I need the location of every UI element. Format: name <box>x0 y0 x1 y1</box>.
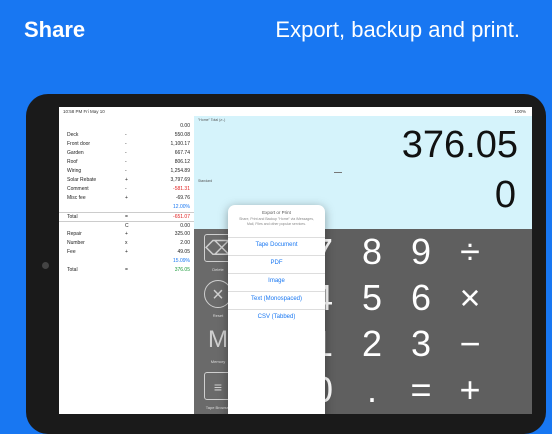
popover-title: Export or Print <box>262 210 291 215</box>
tape-row-operator: - <box>125 168 127 174</box>
tape-row[interactable]: Comment - -581.31 <box>59 185 194 194</box>
tape-row[interactable]: Total = 376.05 <box>59 266 194 275</box>
tape-row-value: 806.12 <box>174 159 190 165</box>
tape-row[interactable]: Solar Rebate +3,797.69 <box>59 176 194 185</box>
hero-share-title: Share <box>24 17 86 42</box>
tape-row[interactable]: 0.00 <box>59 122 194 131</box>
export-tape-document-button[interactable]: Tape Document <box>228 242 325 248</box>
tape-row-value: 12.00% <box>173 204 190 210</box>
tape-row-operator: - <box>125 141 127 147</box>
tape-row-operator: = <box>125 214 128 220</box>
tape-row[interactable]: 12.00% <box>59 203 194 212</box>
tape-row[interactable]: Deck - 550.08 <box>59 131 194 140</box>
tape-row-operator: x <box>125 240 128 246</box>
tape-row-value: 15.09% <box>173 258 190 264</box>
key-decimal-button[interactable]: . <box>347 365 397 414</box>
tape-row-value: -69.76 <box>175 195 190 201</box>
tape-row-label: Total <box>67 267 78 273</box>
export-csv-button[interactable]: CSV (Tabbed) <box>228 314 325 320</box>
status-time: 10:58 PM Fri May 10 <box>63 109 105 114</box>
tape-row-label: Garden <box>67 150 84 156</box>
tape-row[interactable]: Repair +325.00 <box>59 230 194 239</box>
mode-label: Standard <box>198 179 213 183</box>
tape-row-operator: - <box>125 186 127 192</box>
tape-row[interactable]: Wiring - 1,254.89 <box>59 167 194 176</box>
popover-divider <box>228 255 325 256</box>
tape-row-value: 667.74 <box>174 150 190 156</box>
tape-row-value: 49.05 <box>177 249 190 255</box>
tape-row[interactable]: Garden - 667.74 <box>59 149 194 158</box>
tape-row[interactable]: Fee +49.05 <box>59 248 194 257</box>
tape-row[interactable]: Front door - 1,100.17 <box>59 140 194 149</box>
display-entry: 0 <box>494 174 516 216</box>
export-popover: Export or Print Share, Print and Backup … <box>228 205 325 414</box>
key-six-button[interactable]: 6 <box>396 273 446 323</box>
popover-divider <box>228 309 325 310</box>
tape-row-operator: - <box>125 159 127 165</box>
key-two-button[interactable]: 2 <box>347 319 397 369</box>
tape-row-operator: - <box>125 132 127 138</box>
display-divider <box>334 172 342 173</box>
tape-row-value: 3,797.69 <box>170 177 190 183</box>
key-equals-button[interactable]: = <box>396 365 446 414</box>
popover-divider <box>228 273 325 274</box>
display-total: 376.05 <box>401 124 518 166</box>
tape-row[interactable]: Number x 2.00 <box>59 239 194 248</box>
home-button <box>42 262 49 269</box>
tape-row-value: -581.31 <box>173 186 190 192</box>
tape-list[interactable]: 0.00 Deck - 550.08 Front door - 1,100.17 Garden… <box>59 116 195 414</box>
tape-row-label: Wiring <box>67 168 82 174</box>
tape-row-label: Front door <box>67 141 91 147</box>
tape-row-label: Deck <box>67 132 79 138</box>
popover-divider <box>228 237 325 238</box>
tape-row-value: 325.00 <box>174 231 190 237</box>
tape-row-label: Comment <box>67 186 89 192</box>
app-screen: 10:58 PM Fri May 10 100% 0.00 Deck - 550.08… <box>59 107 532 414</box>
tape-row-operator: - <box>125 150 127 156</box>
tape-row-label: Number <box>67 240 85 246</box>
tape-row-value: 0.00 <box>180 123 190 129</box>
tape-row-operator: = <box>125 267 128 273</box>
key-multiply-button[interactable]: × <box>445 273 495 323</box>
popover-description: Share, Print and Backup "Home" via iMess… <box>239 217 314 226</box>
export-image-button[interactable]: Image <box>228 278 325 284</box>
status-bar: 10:58 PM Fri May 10 100% <box>59 107 532 116</box>
tape-name-label: "Home" Total (z:-) <box>198 118 226 122</box>
tape-row-label: Repair <box>67 231 82 237</box>
tape-row-label: Misc fee <box>67 195 86 201</box>
hero-tagline: Export, backup and print. <box>275 17 520 42</box>
tape-row-value: 0.00 <box>180 223 190 229</box>
key-nine-button[interactable]: 9 <box>396 227 446 277</box>
tape-row-operator: + <box>125 231 128 237</box>
tape-row-operator: + <box>125 195 128 201</box>
key-eight-button[interactable]: 8 <box>347 227 397 277</box>
export-text-button[interactable]: Text (Monospaced) <box>228 296 325 302</box>
popover-divider <box>228 291 325 292</box>
tape-row-value: 1,254.89 <box>170 168 190 174</box>
tape-row-value: 550.08 <box>174 132 190 138</box>
tape-row-value: 376.05 <box>174 267 190 273</box>
tape-row-label: Roof <box>67 159 78 165</box>
key-divide-button[interactable]: ÷ <box>445 227 495 277</box>
tape-row-label: Fee <box>67 249 76 255</box>
tape-row-operator: + <box>125 249 128 255</box>
tape-row-operator: + <box>125 177 128 183</box>
key-minus-button[interactable]: − <box>445 319 495 369</box>
battery-indicator: 100% <box>514 109 526 114</box>
tape-row-label: Total <box>67 214 78 220</box>
tape-row-operator: C <box>125 223 129 229</box>
key-plus-button[interactable]: + <box>445 365 495 414</box>
tape-row[interactable]: Misc fee + -69.76 <box>59 194 194 203</box>
tape-row-value: 2.00 <box>180 240 190 246</box>
key-three-button[interactable]: 3 <box>396 319 446 369</box>
tape-row[interactable]: Roof - 806.12 <box>59 158 194 167</box>
tape-row-value: -651.07 <box>173 214 190 220</box>
key-five-button[interactable]: 5 <box>347 273 397 323</box>
tape-row[interactable]: 15.09% <box>59 257 194 266</box>
tape-row-label: Solar Rebate <box>67 177 97 183</box>
export-pdf-button[interactable]: PDF <box>228 260 325 266</box>
tape-row-value: 1,100.17 <box>170 141 190 147</box>
